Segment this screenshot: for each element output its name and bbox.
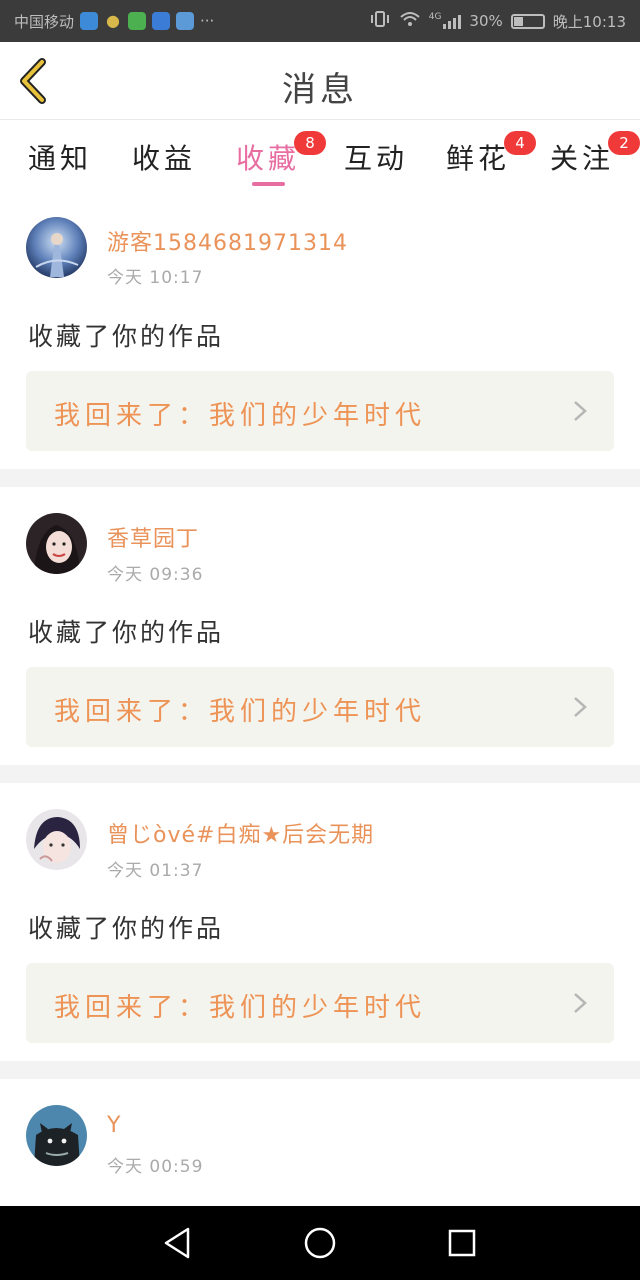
triangle-back-icon: [164, 1227, 190, 1259]
circle-home-icon: [304, 1227, 336, 1259]
list-item: 曾じòvé#白痴★后会无期 今天 01:37 收藏了你的作品 我回来了：我们的少…: [0, 783, 640, 1061]
timestamp: 今天 09:36: [107, 565, 204, 585]
action-text: 收藏了你的作品: [28, 914, 225, 943]
tab-label: 互动: [344, 142, 409, 175]
follows-badge: 2: [608, 131, 640, 155]
battery-percent: 30%: [469, 12, 503, 30]
tab-label: 鲜花: [446, 142, 511, 175]
username[interactable]: 游客15846819713​14: [107, 225, 348, 257]
username[interactable]: Y: [107, 1113, 121, 1138]
status-left: 中国移动 ● ···: [14, 11, 369, 32]
timestamp: 今天 00:59: [107, 1157, 204, 1177]
tab-earnings[interactable]: 收益: [132, 137, 196, 177]
page-title: 消息: [282, 70, 358, 110]
battery-icon: [510, 13, 545, 29]
lightbulb-icon: ●: [106, 11, 120, 30]
work-link[interactable]: 我回来了：我们的少年时代: [26, 371, 614, 451]
signal-icon: [443, 13, 462, 29]
separator: [0, 469, 640, 487]
timestamp: 今天 01:37: [107, 861, 204, 881]
chevron-right-icon: [574, 401, 587, 421]
list-item: 香草园丁 今天 09:36 收藏了你的作品 我回来了：我们的少年时代: [0, 487, 640, 765]
separator: [0, 765, 640, 783]
network-gen-label: 4G: [428, 12, 442, 22]
tab-bar: 通知 收益 收藏 8 互动 鲜花 4 关注 2: [0, 121, 640, 201]
active-tab-indicator: [252, 182, 285, 186]
work-title: 我回来了：我们的少年时代: [54, 697, 427, 727]
wifi-icon: [399, 10, 421, 32]
separator: [0, 1061, 640, 1079]
avatar[interactable]: [26, 513, 87, 574]
avatar[interactable]: [26, 217, 87, 278]
shield-app-icon: [80, 12, 99, 30]
tab-label: 通知: [28, 142, 93, 175]
status-bar: 中国移动 ● ··· 4G 30% 晚上10:13: [0, 0, 640, 42]
nav-recents-button[interactable]: [440, 1223, 484, 1263]
carrier-label: 中国移动: [14, 12, 75, 31]
chevron-right-icon: [574, 697, 587, 717]
tab-follows[interactable]: 关注 2: [550, 131, 640, 177]
avatar[interactable]: [26, 809, 87, 870]
username[interactable]: 香草园丁: [107, 521, 199, 553]
list-item: Y 今天 00:59: [0, 1079, 640, 1206]
video-app-icon: [152, 12, 171, 30]
work-link[interactable]: 我回来了：我们的少年时代: [26, 667, 614, 747]
nav-home-button[interactable]: [298, 1223, 342, 1263]
favorites-badge: 8: [294, 131, 326, 155]
tab-label: 收藏: [236, 142, 301, 175]
work-title: 我回来了：我们的少年时代: [54, 401, 427, 431]
vibrate-icon: [369, 10, 391, 32]
action-text: 收藏了你的作品: [28, 322, 225, 351]
chevron-right-icon: [574, 993, 587, 1013]
tab-label: 收益: [132, 142, 197, 175]
header: 消息: [0, 42, 640, 120]
flowers-badge: 4: [504, 131, 536, 155]
username[interactable]: 曾じòvé#白痴★后会无期: [107, 817, 374, 849]
work-title: 我回来了：我们的少年时代: [54, 993, 427, 1023]
tab-flowers[interactable]: 鲜花 4: [446, 131, 536, 177]
tab-notifications[interactable]: 通知: [28, 137, 92, 177]
action-text: 收藏了你的作品: [28, 618, 225, 647]
tab-label: 关注: [550, 142, 615, 175]
navigation-bar: [0, 1206, 640, 1280]
more-notifications: ···: [200, 12, 215, 30]
tab-interactions[interactable]: 互动: [344, 137, 408, 177]
tab-favorites[interactable]: 收藏 8: [236, 131, 326, 177]
avatar[interactable]: [26, 1105, 87, 1166]
nav-back-button[interactable]: [156, 1223, 200, 1263]
list-item: 游客15846819713​14 今天 10:17 收藏了你的作品 我回来了：我…: [0, 201, 640, 469]
timestamp: 今天 10:17: [107, 268, 204, 288]
status-right: 4G 30% 晚上10:13: [369, 10, 626, 32]
work-link[interactable]: 我回来了：我们的少年时代: [26, 963, 614, 1043]
browser-app-icon: [176, 12, 195, 30]
square-recents-icon: [448, 1229, 476, 1257]
chat-app-icon: [128, 12, 147, 30]
clock: 晚上10:13: [552, 12, 626, 31]
